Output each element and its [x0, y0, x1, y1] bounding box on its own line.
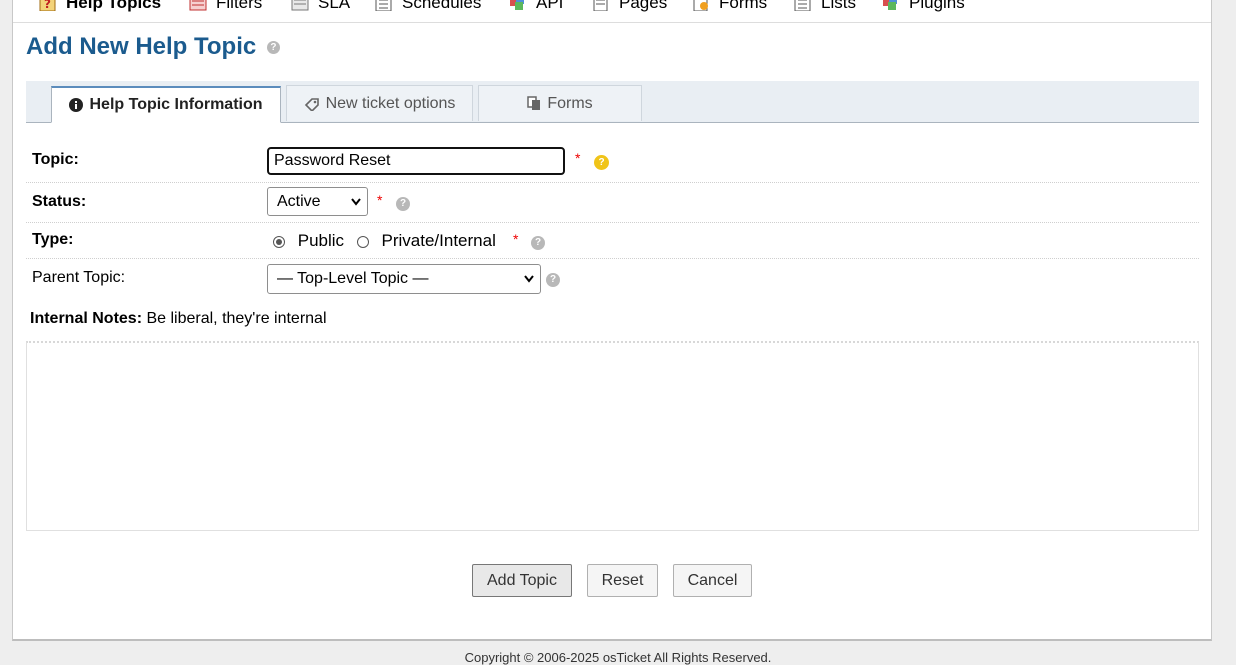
- add-topic-button[interactable]: Add Topic: [472, 564, 572, 597]
- nav-plugins[interactable]: Plugins: [882, 0, 965, 13]
- radio-public[interactable]: [273, 235, 285, 248]
- topic-input[interactable]: [267, 147, 565, 175]
- status-label: Status:: [32, 193, 87, 210]
- nav-label: Help Topics: [66, 0, 162, 12]
- topic-row: Topic:: [26, 136, 1199, 183]
- svg-text:?: ?: [44, 0, 51, 11]
- nav-lists[interactable]: Lists: [794, 0, 856, 13]
- plugins-icon: [883, 0, 897, 10]
- tab-label: Forms: [547, 94, 593, 112]
- nav-label: Schedules: [402, 0, 482, 12]
- nav-label: Plugins: [909, 0, 965, 12]
- help-icon[interactable]: ?: [531, 236, 545, 250]
- internal-notes-label: Internal Notes:: [30, 310, 143, 327]
- nav-label: Forms: [719, 0, 768, 12]
- nav-filters[interactable]: Filters: [189, 0, 262, 13]
- page-title: Add New Help Topic ?: [26, 33, 280, 61]
- admin-subnav: ? Help Topics Filters SLA Schedules API …: [13, 0, 1211, 23]
- cancel-button[interactable]: Cancel: [673, 564, 752, 597]
- chevron-down-icon: [524, 275, 534, 283]
- nav-label: Lists: [821, 0, 856, 12]
- status-select[interactable]: Active: [267, 187, 368, 216]
- parent-topic-label: Parent Topic:: [32, 269, 126, 286]
- api-icon: [510, 0, 524, 10]
- radio-private-internal[interactable]: [356, 235, 369, 248]
- nav-api[interactable]: API: [509, 0, 563, 13]
- nav-label: Pages: [619, 0, 668, 12]
- sla-icon: [291, 0, 309, 11]
- schedules-icon: [375, 0, 392, 11]
- info-icon: [69, 98, 84, 112]
- required-marker: *: [513, 231, 519, 247]
- chevron-down-icon: [351, 197, 361, 206]
- parent-topic-select[interactable]: — Top-Level Topic —: [267, 264, 541, 294]
- nav-forms[interactable]: Forms: [692, 0, 767, 13]
- nav-label: API: [536, 0, 564, 12]
- nav-help-topics[interactable]: ? Help Topics: [39, 0, 161, 13]
- help-icon[interactable]: ?: [546, 273, 560, 287]
- lists-icon: [794, 0, 811, 11]
- nav-label: Filters: [216, 0, 263, 12]
- tab-label: New ticket options: [325, 94, 456, 112]
- internal-notes-editor[interactable]: [26, 341, 1199, 531]
- internal-notes-hint: Be liberal, they're internal: [146, 310, 327, 327]
- type-row: Type:: [26, 222, 1199, 259]
- parent-topic-select-value: — Top-Level Topic —: [277, 270, 429, 287]
- help-topics-icon: ?: [39, 0, 56, 11]
- help-icon[interactable]: ?: [266, 41, 280, 55]
- nav-label: SLA: [318, 0, 351, 12]
- internal-notes-heading: Internal Notes: Be liberal, they're inte…: [30, 310, 327, 328]
- topic-label: Topic:: [32, 151, 79, 168]
- pages-icon: [593, 0, 608, 11]
- type-label: Type:: [32, 231, 74, 248]
- nav-pages[interactable]: Pages: [592, 0, 667, 13]
- required-marker: *: [377, 192, 383, 208]
- tab-label: Help Topic Information: [89, 96, 263, 113]
- tab-help-topic-information[interactable]: Help Topic Information: [51, 86, 281, 123]
- forms-icon: [693, 0, 708, 11]
- filters-icon: [189, 0, 207, 11]
- forms-copy-icon: [527, 96, 541, 110]
- page-container: ? Help Topics Filters SLA Schedules API …: [12, 0, 1212, 641]
- nav-schedules[interactable]: Schedules: [375, 0, 481, 13]
- tab-new-ticket-options[interactable]: New ticket options: [286, 85, 473, 121]
- tab-forms[interactable]: Forms: [478, 85, 642, 121]
- nav-sla[interactable]: SLA: [291, 0, 350, 13]
- parent-topic-row: Parent Topic:: [26, 258, 1199, 298]
- footer-copyright: Copyright © 2006-2025 osTicket All Right…: [464, 650, 772, 665]
- status-select-value: Active: [277, 192, 321, 210]
- help-icon[interactable]: ?: [594, 155, 609, 170]
- help-icon[interactable]: ?: [396, 197, 410, 211]
- radio-private-label: Private/Internal: [381, 231, 496, 250]
- radio-public-label: Public: [297, 231, 345, 250]
- reset-button[interactable]: Reset: [587, 564, 658, 597]
- ticket-icon: [304, 97, 319, 111]
- type-radio-group: Public Private/Internal: [273, 231, 496, 251]
- required-marker: *: [575, 150, 581, 166]
- status-row: Status:: [26, 182, 1199, 223]
- page-title-text: Add New Help Topic: [26, 33, 257, 60]
- tab-bar: Help Topic Information New ticket option…: [26, 81, 1199, 123]
